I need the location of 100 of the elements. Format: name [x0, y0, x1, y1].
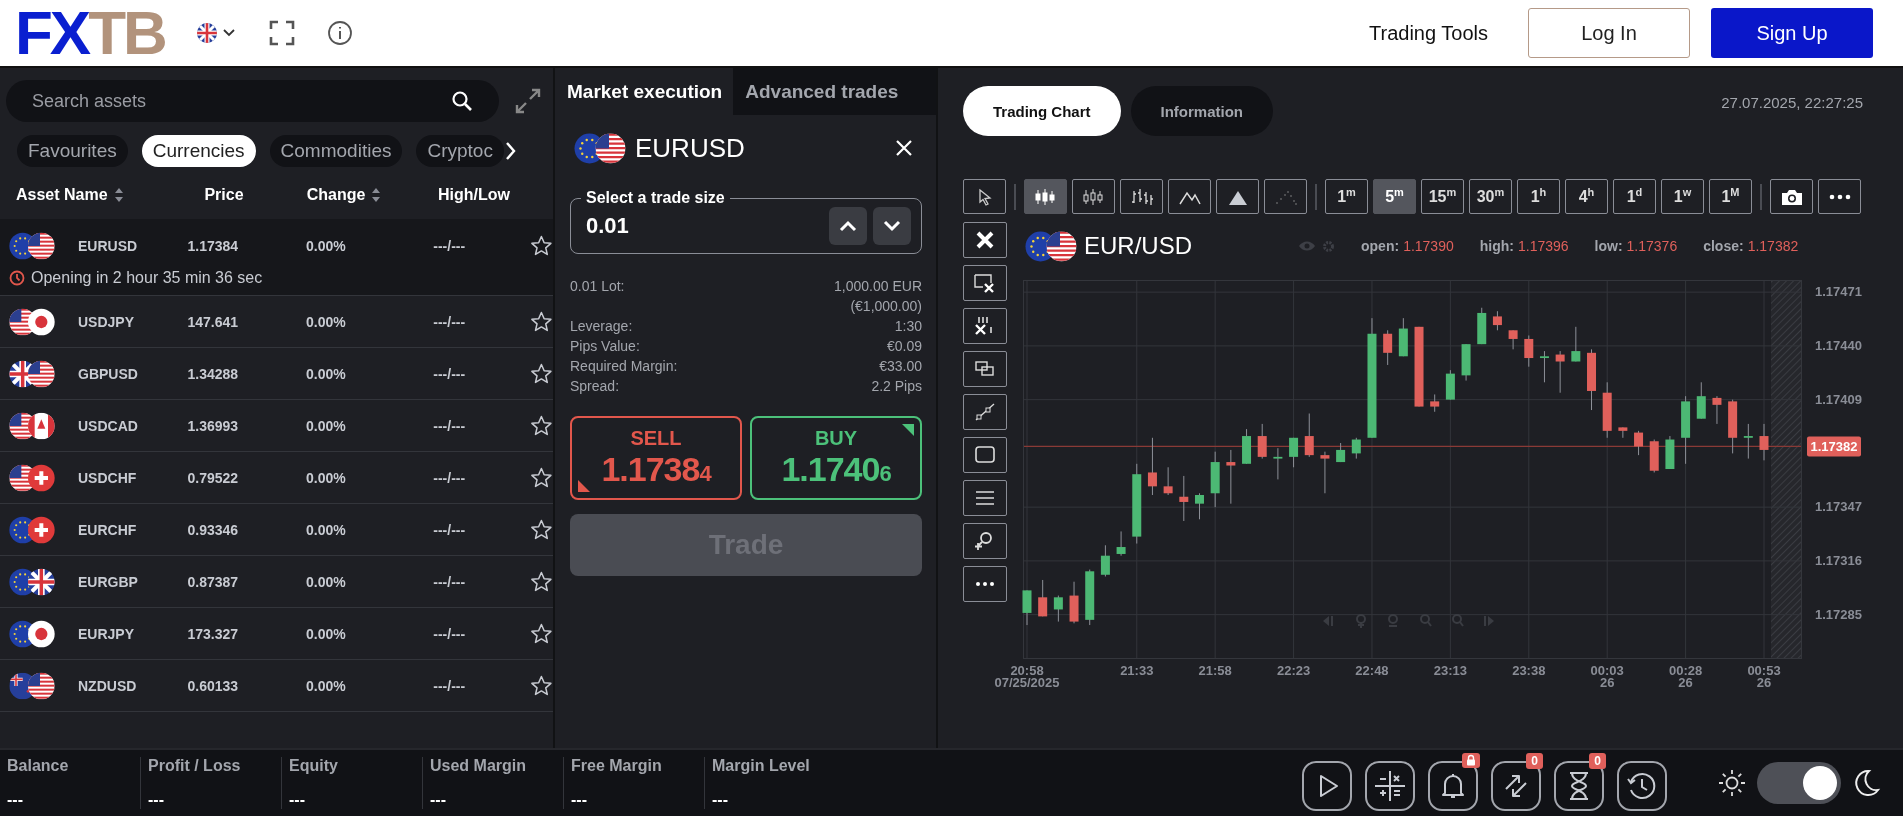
search-field[interactable]: Search assets: [6, 80, 499, 122]
timeframe-button[interactable]: 30$^{m}$: [1469, 179, 1512, 214]
asset-row[interactable]: EURUSD 1.17384 0.00% ---/--- Opening in 2 hour 35 min 36 sec: [0, 219, 553, 296]
increase-button[interactable]: [829, 207, 867, 245]
play-button[interactable]: [1302, 761, 1352, 811]
buy-button[interactable]: BUY 1.17406: [750, 416, 922, 500]
stat-label: Margin Level: [712, 757, 811, 775]
asset-row[interactable]: NZDUSD 0.60133 0.00% ---/---: [0, 660, 553, 712]
trend-line-button[interactable]: [963, 394, 1007, 430]
decrease-button[interactable]: [873, 207, 911, 245]
timeframe-button[interactable]: 1$^{m}$: [1325, 179, 1368, 214]
column-header[interactable]: Change: [306, 186, 366, 204]
timeframe-button[interactable]: 5$^{m}$: [1373, 179, 1416, 214]
instrument-name: EUR/USD: [1084, 232, 1192, 260]
close-icon[interactable]: [894, 138, 914, 158]
star-icon[interactable]: [530, 621, 553, 646]
remove-selection-button[interactable]: [963, 265, 1007, 301]
asset-row[interactable]: EURJPY 173.327 0.00% ---/---: [0, 608, 553, 660]
currency-flags-icon: [8, 514, 56, 545]
candle: [1383, 329, 1393, 366]
asset-row[interactable]: USDJPY 147.641 0.00% ---/---: [0, 296, 553, 348]
chart-type-button[interactable]: [1168, 179, 1211, 214]
asset-high-low: ---/---: [432, 365, 467, 382]
ohlc-value: 1.17376: [1626, 238, 1678, 254]
column-header[interactable]: High/Low: [438, 186, 510, 204]
selection-remove-icon: [973, 272, 997, 294]
sort-icon[interactable]: [371, 187, 382, 203]
asset-row[interactable]: EURCHF 0.93346 0.00% ---/---: [0, 504, 553, 556]
chevron-up-icon: [839, 220, 857, 232]
trading-tools-link[interactable]: Trading Tools: [1369, 21, 1488, 45]
trade-size-field[interactable]: Select a trade size 0.01: [570, 189, 922, 254]
column-header[interactable]: Asset Name: [16, 186, 108, 204]
zoom-in-button[interactable]: [963, 523, 1007, 559]
calculator-button[interactable]: [1365, 761, 1415, 811]
sign-up-button[interactable]: Sign Up: [1711, 8, 1873, 58]
info-icon[interactable]: [326, 20, 353, 46]
asset-row[interactable]: USDCHF 0.79522 0.00% ---/---: [0, 452, 553, 504]
star-icon[interactable]: [530, 309, 553, 334]
log-in-button[interactable]: Log In: [1528, 8, 1690, 58]
currency-flags-icon: [8, 566, 56, 597]
star-icon[interactable]: [530, 673, 553, 698]
clone-button[interactable]: [963, 351, 1007, 387]
category-tab[interactable]: Currencies: [141, 135, 256, 167]
chart-type-button[interactable]: [1264, 179, 1307, 214]
asset-change: 0.00%: [304, 469, 347, 486]
timeframe-button[interactable]: 1$^{w}$: [1661, 179, 1704, 214]
search-icon[interactable]: [451, 90, 473, 112]
pointer-button[interactable]: [963, 179, 1006, 214]
candle: [1195, 492, 1204, 520]
ohlc-label: open:: [1361, 238, 1400, 254]
more-button[interactable]: [1818, 179, 1861, 214]
timeframe-button[interactable]: 1$^{h}$: [1517, 179, 1560, 214]
star-icon[interactable]: [530, 569, 553, 594]
screenshot-button[interactable]: [1770, 179, 1813, 214]
expand-icon[interactable]: [514, 87, 542, 115]
asset-row[interactable]: USDCAD 1.36993 0.00% ---/---: [0, 400, 553, 452]
chart-type-button[interactable]: [1024, 179, 1067, 214]
chart-type-button[interactable]: [1216, 179, 1259, 214]
asset-row[interactable]: GBPUSD 1.34288 0.00% ---/---: [0, 348, 553, 400]
history-button[interactable]: [1617, 761, 1667, 811]
chevron-right-icon[interactable]: [503, 140, 518, 162]
candle: [1242, 428, 1252, 465]
chart-type-button[interactable]: [1072, 179, 1115, 214]
candle: [1587, 348, 1596, 411]
rectangle-tool-button[interactable]: [963, 437, 1007, 473]
timeframe-button[interactable]: 1$^{M}$: [1709, 179, 1752, 214]
fullscreen-icon[interactable]: [268, 20, 295, 46]
clear-all-button[interactable]: [963, 308, 1007, 344]
timeframe-button[interactable]: 1$^{d}$: [1613, 179, 1656, 214]
sell-button[interactable]: SELL 1.17384: [570, 416, 742, 500]
close-icon: [974, 229, 996, 251]
stat-label: Free Margin: [571, 757, 663, 775]
star-icon[interactable]: [530, 361, 553, 386]
trend-line-icon: [973, 401, 997, 423]
price-axis-label: 1.17440: [1815, 337, 1862, 353]
theme-toggle[interactable]: [1757, 762, 1841, 804]
category-tab[interactable]: Favourites: [17, 135, 128, 167]
time-axis-label: 22:23: [1276, 663, 1311, 678]
logo[interactable]: FXTB: [15, 5, 165, 61]
chart-type-button[interactable]: [1120, 179, 1163, 214]
more-tools-button[interactable]: [963, 566, 1007, 602]
asset-row[interactable]: EURGBP 0.87387 0.00% ---/---: [0, 556, 553, 608]
currency-flags-icon: [1024, 229, 1078, 263]
category-tab[interactable]: Commodities: [269, 135, 403, 167]
delete-button[interactable]: [963, 222, 1007, 258]
candle: [1445, 369, 1455, 401]
sort-icon[interactable]: [113, 187, 124, 203]
column-header[interactable]: Price: [204, 186, 244, 204]
star-icon[interactable]: [530, 465, 553, 490]
star-icon[interactable]: [530, 413, 553, 438]
trade-tab[interactable]: Market execution: [555, 68, 734, 115]
category-tab[interactable]: Cryptoc: [416, 135, 504, 167]
star-icon[interactable]: [530, 517, 553, 542]
horizontal-lines-button[interactable]: [963, 480, 1007, 516]
currency-flags-icon: [8, 618, 56, 649]
chart-tab[interactable]: Trading Chart: [963, 86, 1121, 136]
star-icon[interactable]: [530, 234, 553, 258]
chart-tab[interactable]: Information: [1130, 86, 1273, 136]
timeframe-button[interactable]: 15$^{m}$: [1421, 179, 1464, 214]
timeframe-button[interactable]: 4$^{h}$: [1565, 179, 1608, 214]
